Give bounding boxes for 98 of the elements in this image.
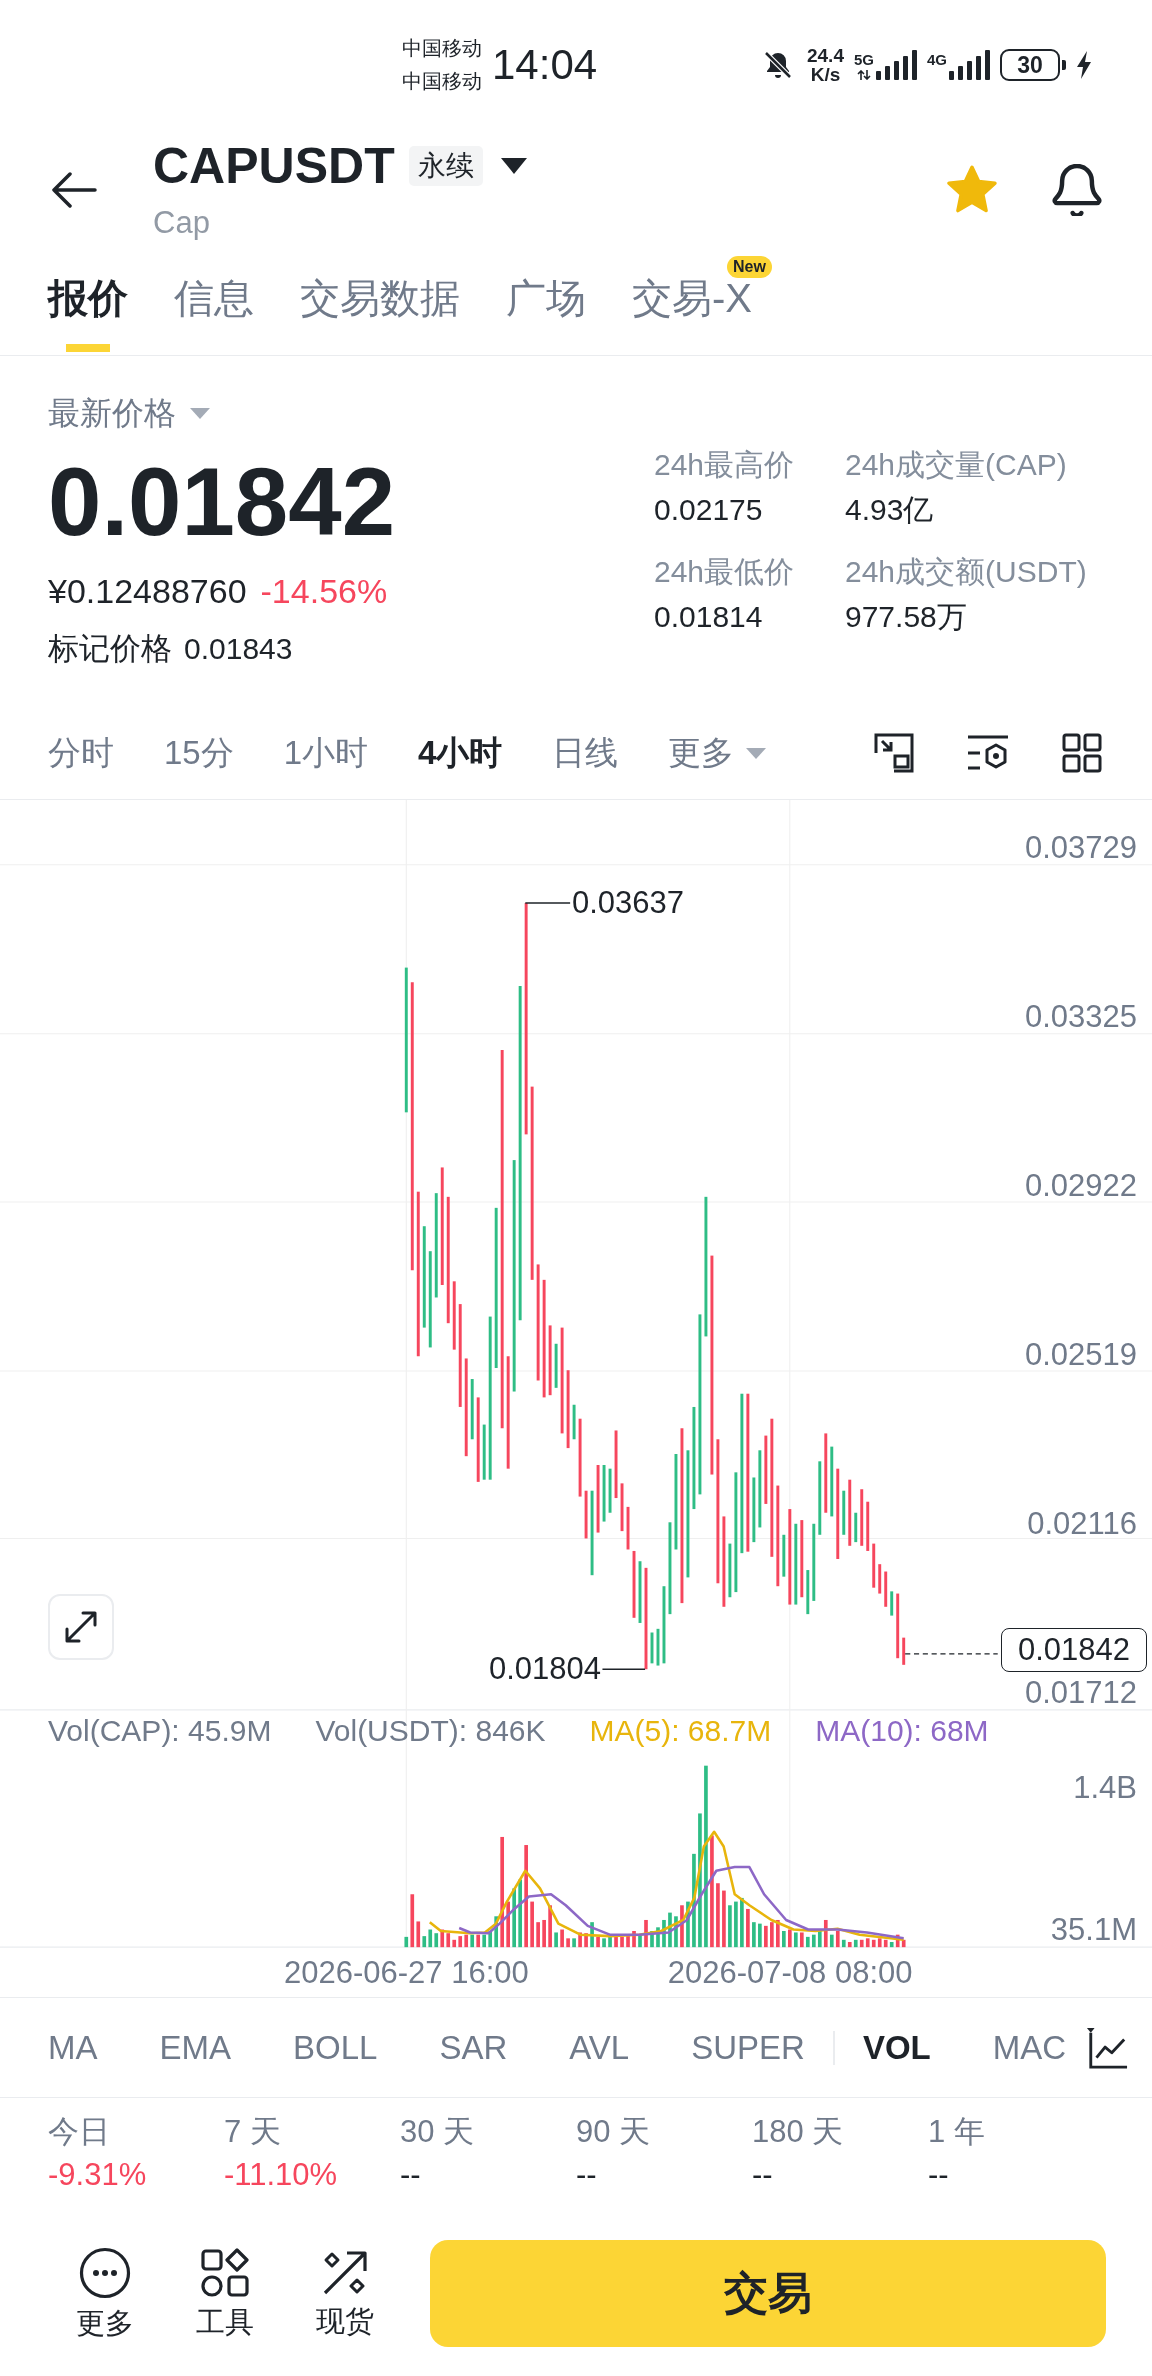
- last-price: 0.01842: [48, 454, 395, 550]
- section-tab[interactable]: 交易数据: [300, 250, 460, 355]
- volume-legend-label: MA(10): 68M: [815, 1716, 989, 1746]
- network-speed: 24.4: [807, 46, 844, 65]
- bell-icon[interactable]: [1052, 164, 1102, 216]
- period-return: --: [576, 2156, 597, 2194]
- chart-zoom-icon[interactable]: [874, 733, 914, 773]
- selected-tab-underline: [66, 344, 110, 352]
- back-arrow-icon[interactable]: [51, 172, 97, 208]
- carrier-name: 中国移动: [402, 36, 482, 61]
- period-return: -11.10%: [224, 2156, 338, 2194]
- indicator-tab[interactable]: AVL: [569, 2027, 630, 2068]
- new-badge: New: [727, 256, 772, 278]
- section-tab[interactable]: 信息: [174, 250, 254, 355]
- period-return: -9.31%: [48, 2156, 147, 2194]
- indicator-tab[interactable]: MA: [48, 2027, 98, 2068]
- low-price-label: 0.01804: [488, 1654, 601, 1684]
- volume-axis-label: 1.4B: [1073, 1773, 1137, 1803]
- muted-bell-icon: [763, 50, 793, 80]
- stat-label: 24h最低价: [654, 554, 795, 590]
- period-label: 30 天: [400, 2113, 475, 2151]
- high-price-label: 0.03637: [572, 888, 685, 918]
- bottom-action-button[interactable]: 现货: [305, 2249, 385, 2337]
- expand-arrows-icon: [63, 1609, 99, 1645]
- caret-down-icon: [190, 408, 210, 419]
- volume-legend-label: MA(5): 68.7M: [589, 1716, 772, 1746]
- section-tab[interactable]: 广场: [506, 250, 586, 355]
- interval-tab[interactable]: 1小时: [283, 733, 369, 773]
- diagonal-arrow-icon: [321, 2249, 369, 2297]
- section-tab[interactable]: 报价: [48, 250, 128, 355]
- period-label: 180 天: [752, 2113, 844, 2151]
- line-chart-icon[interactable]: [1086, 2025, 1128, 2070]
- period-return: --: [752, 2156, 773, 2194]
- mark-price-label: 标记价格: [48, 631, 172, 667]
- indicator-tab[interactable]: VOL: [862, 2027, 931, 2068]
- price-type-selector[interactable]: 最新价格: [48, 397, 210, 430]
- indicator-tab[interactable]: SUPER: [691, 2027, 805, 2068]
- high-price-leader-line: [524, 902, 571, 904]
- period-label: 今日: [48, 2113, 110, 2151]
- network-type: 4G: [927, 52, 947, 68]
- period-label: 90 天: [576, 2113, 651, 2151]
- stat-label: 24h成交额(USDT): [845, 554, 1087, 590]
- network-speed-unit: K/s: [810, 65, 841, 84]
- price-axis-label: 0.03729: [1024, 833, 1137, 863]
- bottom-action-button[interactable]: 工具: [185, 2248, 265, 2338]
- battery-level: 30: [1017, 53, 1043, 77]
- bottom-action-button[interactable]: 更多: [65, 2247, 145, 2339]
- more-dots-icon: [79, 2247, 131, 2299]
- price-axis-label: 0.02922: [1024, 1171, 1137, 1201]
- price-axis-label: 0.03325: [1024, 1002, 1137, 1032]
- stat-value: 4.93亿: [845, 492, 934, 528]
- stat-value: 977.58万: [845, 599, 967, 635]
- volume-legend-label: Vol(USDT): 846K: [315, 1716, 546, 1746]
- caret-down-icon[interactable]: [500, 158, 527, 174]
- volume-axis-label: 35.1M: [1050, 1915, 1137, 1945]
- price-change: -14.56%: [260, 571, 388, 611]
- price-axis-label: 0.02116: [1027, 1509, 1137, 1539]
- trade-button[interactable]: 交易: [430, 2239, 1106, 2347]
- period-return: --: [928, 2156, 949, 2194]
- period-return: --: [400, 2156, 421, 2194]
- time-axis-label: 2026-07-08 08:00: [667, 1955, 913, 1990]
- price-axis-label: 0.02519: [1024, 1340, 1137, 1370]
- signal-bars-icon: [876, 50, 917, 80]
- clock-time: 14:04: [492, 41, 598, 89]
- price-axis-label: 0.01712: [1024, 1678, 1137, 1708]
- last-price-tag: 0.01842: [1001, 1628, 1148, 1672]
- contract-type-tag: 永续: [408, 146, 483, 186]
- indicator-tab[interactable]: SAR: [439, 2027, 508, 2068]
- fiat-price: ¥0.12488760: [48, 571, 247, 611]
- grid-layout-icon[interactable]: [1062, 733, 1102, 773]
- period-label: 1 年: [928, 2113, 985, 2151]
- interval-tab[interactable]: 15分: [164, 733, 234, 773]
- stat-value: 0.01814: [654, 599, 763, 635]
- asset-name: Cap: [153, 204, 210, 242]
- indicator-settings-icon[interactable]: [966, 733, 1010, 773]
- signal-bars-icon: [949, 50, 990, 80]
- interval-tab[interactable]: 分时: [48, 733, 114, 773]
- shapes-icon: [200, 2248, 250, 2298]
- symbol-title: CAPUSDT: [153, 137, 395, 195]
- carrier-name: 中国移动: [402, 69, 482, 94]
- stat-label: 24h成交量(CAP): [845, 447, 1067, 483]
- interval-tab[interactable]: 更多: [668, 733, 767, 773]
- interval-tab[interactable]: 4小时: [418, 733, 503, 773]
- low-price-leader-line: [601, 1668, 646, 1670]
- expand-chart-button[interactable]: [48, 1594, 114, 1660]
- time-axis-label: 2026-06-27 16:00: [284, 1955, 529, 1990]
- caret-down-icon: [746, 747, 767, 759]
- indicator-tab[interactable]: MAC: [992, 2027, 1067, 2068]
- network-type: 5G: [853, 52, 874, 68]
- mark-price-value: 0.01843: [184, 631, 293, 667]
- indicator-tab[interactable]: EMA: [159, 2027, 231, 2068]
- period-label: 7 天: [224, 2113, 281, 2151]
- star-icon[interactable]: [946, 165, 998, 215]
- stat-value: 0.02175: [654, 492, 763, 528]
- stat-label: 24h最高价: [654, 447, 795, 483]
- indicator-tab[interactable]: BOLL: [293, 2027, 378, 2068]
- volume-legend-label: Vol(CAP): 45.9M: [48, 1716, 272, 1746]
- interval-tab[interactable]: 日线: [552, 733, 619, 773]
